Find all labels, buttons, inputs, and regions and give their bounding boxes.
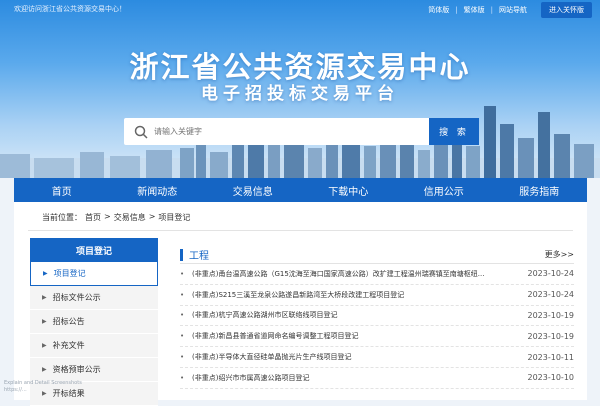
content-panel: 当前位置： 首页 > 交易信息 > 项目登记 项目登记 ▶ 项目登记 ▶ 招标文…: [14, 202, 587, 406]
breadcrumb-separator: >: [104, 212, 111, 221]
divider: |: [490, 6, 493, 14]
site-subtitle: 电子招投标交易平台: [201, 84, 399, 104]
list-item-date: 2023-10-19: [527, 310, 575, 320]
sidebar-item-label: 招标公告: [52, 317, 85, 326]
divider: [28, 230, 573, 231]
breadcrumb-separator: >: [148, 212, 156, 221]
list-item-title[interactable]: (非重点)半导体大直径硅单晶抛光片生产线项目登记: [192, 352, 522, 362]
main-nav: 首页 新闻动态 交易信息 下载中心 信用公示 服务指南: [14, 178, 587, 202]
breadcrumb-prefix: 当前位置：: [42, 213, 82, 222]
list-item[interactable]: • (非重点)新昌县普通省道网命名编号调整工程项目登记 2023-10-19: [180, 326, 575, 348]
list-item-title[interactable]: (非重点)杭宁高速公路湖州市区联络线项目登记: [192, 310, 522, 320]
nav-downloads[interactable]: 下载中心: [301, 178, 397, 202]
watermark-line: Explain and Detail Screenshots: [4, 380, 82, 386]
sidebar-item-supplementary[interactable]: ▶ 补充文件: [30, 334, 158, 358]
bullet-icon: •: [180, 269, 185, 278]
list-item-title[interactable]: (非重点)绍兴市市属高速公路项目登记: [192, 373, 522, 383]
breadcrumb-home[interactable]: 首页: [85, 212, 101, 223]
search-button[interactable]: 搜 索: [429, 118, 479, 145]
list-item[interactable]: • (非重点)甬台温高速公路（G15沈海至海口国家高速公路）改扩建工程温州瑞赛镇…: [180, 264, 574, 285]
bullet-icon: •: [180, 353, 185, 362]
list-item-title[interactable]: (非重点)S215三溪至龙泉公路遂昌新路湾至大桥段改建工程项目登记: [192, 290, 522, 300]
arrow-right-icon: ▶: [42, 342, 47, 349]
search-icon: [134, 125, 148, 139]
list-item-title[interactable]: (非重点)新昌县普通省道网命名编号调整工程项目登记: [192, 331, 522, 341]
arrow-right-icon: ▶: [42, 318, 47, 325]
hero-banner: 欢迎访问浙江省公共资源交易中心！ 简体版 | 繁体版 | 网站导航 进入关怀版: [0, 0, 600, 178]
search-input[interactable]: [154, 127, 414, 136]
sidebar-item-prequalification[interactable]: ▶ 资格预审公示: [30, 358, 158, 382]
sidebar-item-tender-announcement[interactable]: ▶ 招标公告: [30, 310, 158, 334]
welcome-text: 欢迎访问浙江省公共资源交易中心！: [14, 5, 126, 13]
nav-service-guide[interactable]: 服务指南: [492, 178, 588, 202]
list-item-date: 2023-10-11: [527, 352, 575, 362]
accent-bar: [180, 248, 183, 261]
top-links: 简体版 | 繁体版 | 网站导航 进入关怀版: [422, 2, 592, 18]
list-item-date: 2023-10-19: [527, 331, 575, 341]
bullet-icon: •: [180, 332, 185, 341]
sidebar-item-label: 补充文件: [52, 341, 85, 350]
list-item-date: 2023-10-24: [527, 269, 575, 279]
arrow-right-icon: ▶: [43, 270, 48, 277]
link-traditional[interactable]: 繁体版: [464, 5, 485, 15]
sidebar-item-label: 招标文件公示: [52, 293, 101, 302]
link-simplified[interactable]: 简体版: [428, 5, 449, 15]
list-item[interactable]: • (非重点)S215三溪至龙泉公路遂昌新路湾至大桥段改建工程项目登记 2023…: [180, 285, 574, 306]
watermark: Explain and Detail Screenshots https://.…: [4, 380, 82, 394]
list-header: 工程 更多>>: [180, 246, 574, 264]
link-sitemap[interactable]: 网站导航: [499, 5, 527, 15]
sidebar-item-label: 项目登记: [53, 269, 86, 278]
list-title: 工程: [189, 251, 209, 262]
watermark-line: https://...: [4, 387, 27, 393]
project-list: 工程 更多>> • (非重点)甬台温高速公路（G15沈海至海口国家高速公路）改扩…: [180, 246, 574, 389]
list-item[interactable]: • (非重点)杭宁高速公路湖州市区联络线项目登记 2023-10-19: [180, 306, 574, 327]
divider: |: [455, 6, 458, 14]
list-item-title[interactable]: (非重点)甬台温高速公路（G15沈海至海口国家高速公路）改扩建工程温州瑞赛镇至南…: [192, 269, 522, 279]
search-box: [124, 118, 429, 145]
bullet-icon: •: [180, 290, 185, 299]
breadcrumb: 当前位置： 首页 > 交易信息 > 项目登记: [42, 212, 193, 223]
sidebar-item-label: 资格预审公示: [52, 365, 101, 374]
breadcrumb-trade-info[interactable]: 交易信息: [114, 212, 146, 223]
sidebar-item-bid-doc-notice[interactable]: ▶ 招标文件公示: [30, 286, 158, 310]
elder-mode-button[interactable]: 进入关怀版: [541, 2, 592, 18]
arrow-right-icon: ▶: [42, 366, 47, 373]
bullet-icon: •: [180, 311, 185, 320]
sidebar-item-project-registration[interactable]: ▶ 项目登记: [30, 262, 158, 286]
nav-home[interactable]: 首页: [14, 178, 110, 202]
nav-news[interactable]: 新闻动态: [110, 178, 206, 202]
nav-credit[interactable]: 信用公示: [396, 178, 492, 202]
list-item-date: 2023-10-24: [527, 290, 575, 300]
bullet-icon: •: [180, 373, 185, 382]
list-item[interactable]: • (非重点)半导体大直径硅单晶抛光片生产线项目登记 2023-10-11: [180, 347, 574, 368]
arrow-right-icon: ▶: [42, 294, 47, 301]
breadcrumb-current: 项目登记: [158, 213, 191, 222]
nav-trade-info[interactable]: 交易信息: [205, 178, 301, 202]
more-link[interactable]: 更多>>: [545, 249, 574, 260]
list-item-date: 2023-10-10: [527, 373, 575, 383]
top-bar: 欢迎访问浙江省公共资源交易中心！ 简体版 | 繁体版 | 网站导航 进入关怀版: [0, 0, 600, 18]
sidebar-title: 项目登记: [30, 238, 158, 262]
list-item[interactable]: • (非重点)绍兴市市属高速公路项目登记 2023-10-10: [180, 368, 574, 389]
